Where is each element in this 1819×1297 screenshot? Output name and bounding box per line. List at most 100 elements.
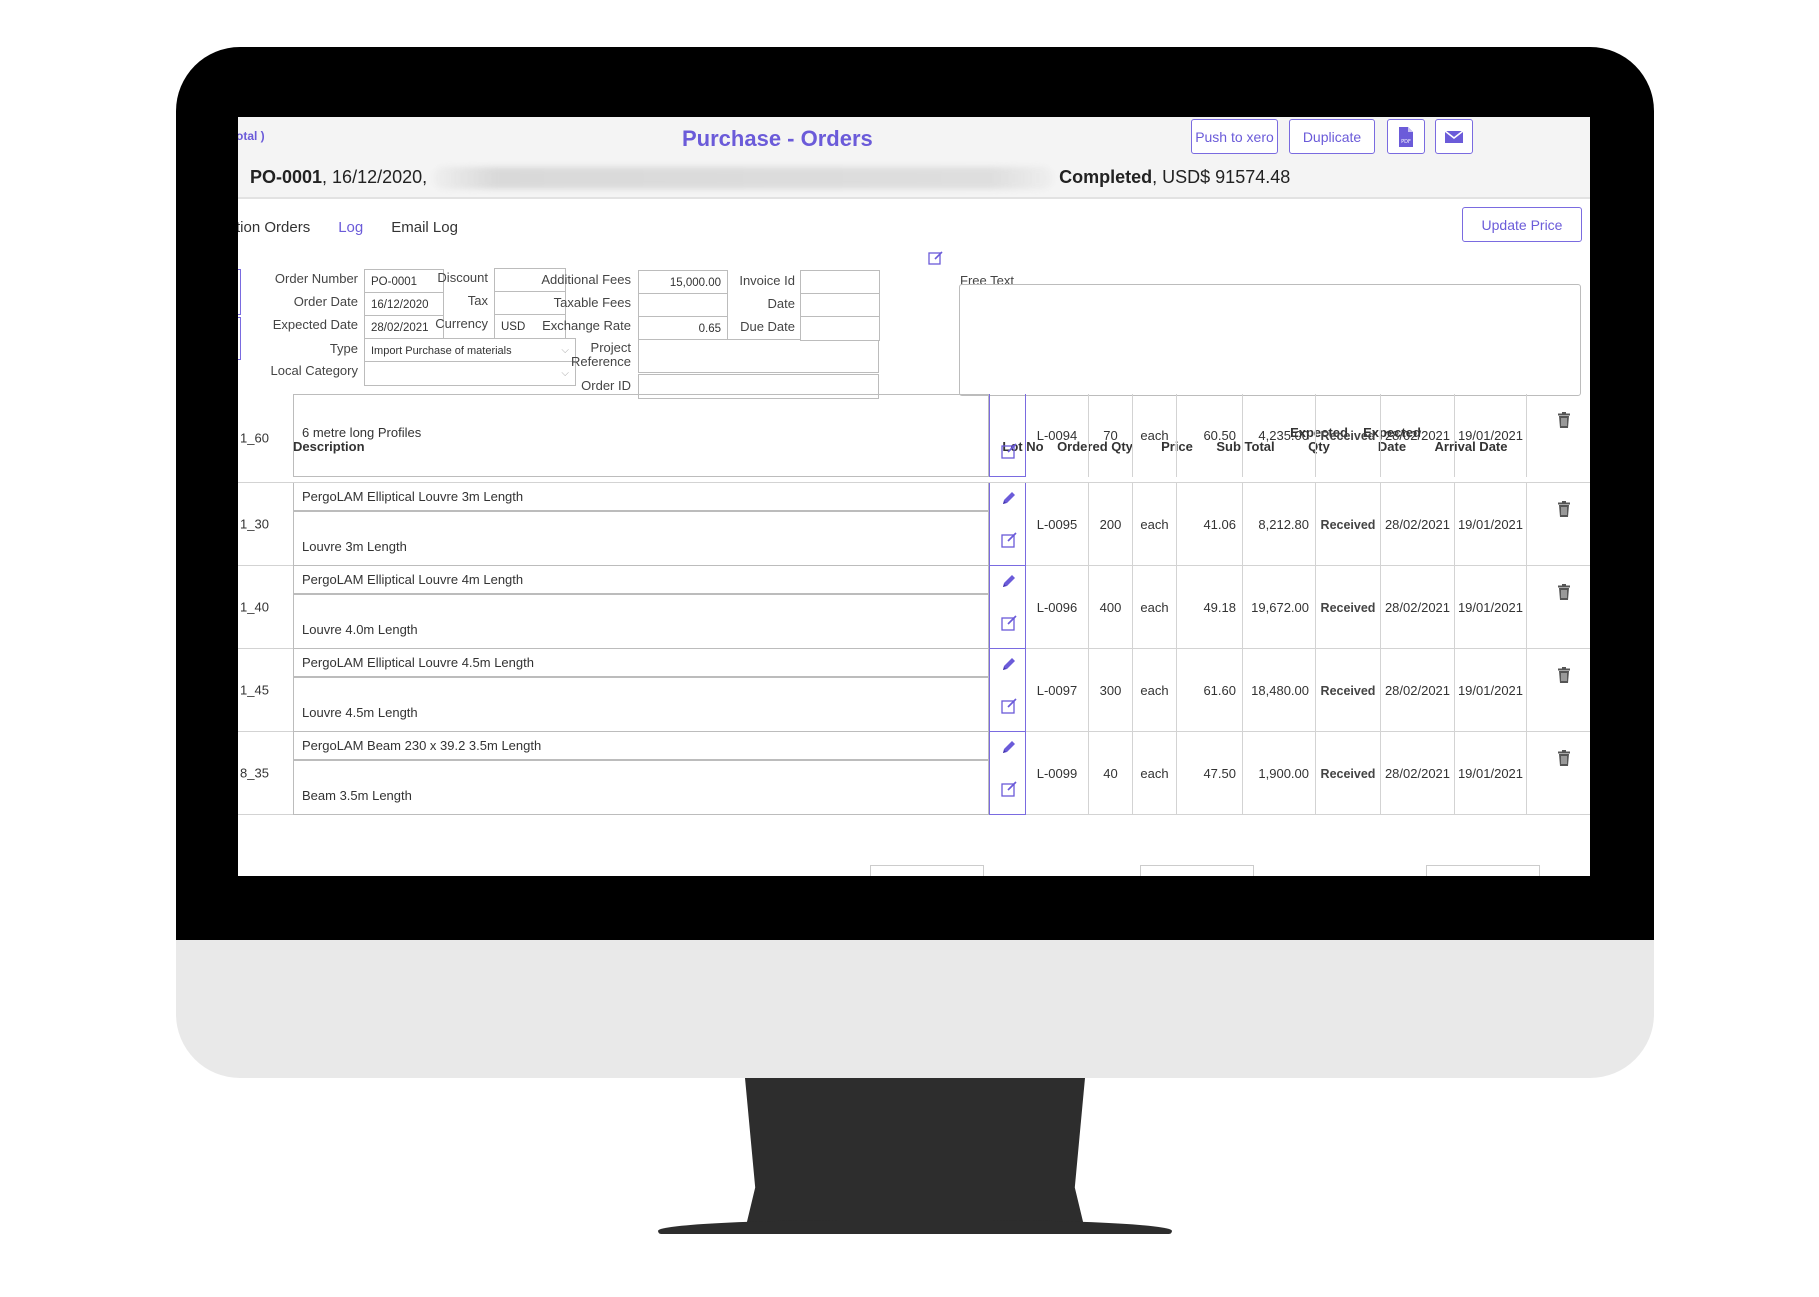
additional-fees-label: Additional Fees bbox=[541, 272, 631, 287]
expected-date: 28/02/2021 bbox=[1380, 394, 1454, 477]
exchange-rate-field[interactable]: 0.65 bbox=[638, 316, 728, 341]
trash-icon[interactable] bbox=[1557, 584, 1571, 600]
item-description[interactable]: 6 metre long Profiles bbox=[293, 394, 989, 477]
item-description[interactable]: Louvre 4.0m Length bbox=[293, 594, 989, 649]
tab-email-log[interactable]: Email Log bbox=[391, 219, 458, 236]
lot-no: L-0094 bbox=[1036, 428, 1078, 443]
expected-qty-status: Received bbox=[1315, 394, 1380, 477]
date-label: Date bbox=[767, 296, 795, 311]
ordered-qty: 40 bbox=[1088, 732, 1132, 815]
trash-icon[interactable] bbox=[1557, 667, 1571, 683]
ordered-qty: 70 bbox=[1088, 394, 1132, 477]
unit: each bbox=[1132, 649, 1176, 732]
edit-icon[interactable] bbox=[1000, 442, 1018, 460]
row-edit-controls bbox=[989, 566, 1026, 649]
invoice-id-field[interactable] bbox=[800, 270, 880, 295]
tab-log[interactable]: Log bbox=[338, 219, 363, 236]
pencil-icon[interactable] bbox=[1000, 655, 1018, 673]
sub-total: 1,900.00 bbox=[1242, 732, 1315, 815]
pencil-icon[interactable] bbox=[1000, 489, 1018, 507]
update-price-button[interactable]: Update Price bbox=[1462, 207, 1582, 242]
pdf-button[interactable]: PDF bbox=[1387, 119, 1425, 154]
table-row: 1_30 PergoLAM Elliptical Louvre 3m Length… bbox=[238, 483, 1590, 566]
item-description[interactable]: Louvre 4.5m Length bbox=[293, 677, 989, 732]
due-date-field[interactable] bbox=[800, 316, 880, 341]
price: 41.06 bbox=[1176, 483, 1242, 566]
ordered-qty: 400 bbox=[1088, 566, 1132, 649]
tab-production-orders[interactable]: tion Orders bbox=[238, 219, 310, 236]
svg-text:PDF: PDF bbox=[1401, 139, 1411, 145]
side-panel-edge bbox=[238, 269, 241, 315]
push-to-xero-button[interactable]: Push to xero bbox=[1191, 119, 1278, 154]
table-row: 1_40 PergoLAM Elliptical Louvre 4m Length… bbox=[238, 566, 1590, 649]
expected-date: 28/02/2021 bbox=[1380, 566, 1454, 649]
date-field[interactable] bbox=[800, 293, 880, 318]
expected-date: 28/02/2021 bbox=[1380, 732, 1454, 815]
table-row: 1_45 PergoLAM Elliptical Louvre 4.5m Leng… bbox=[238, 649, 1590, 732]
lot-no: L-0099 bbox=[1036, 766, 1078, 781]
item-description[interactable]: Beam 3.5m Length bbox=[293, 760, 989, 815]
total-field-stub bbox=[870, 865, 984, 876]
edit-icon[interactable] bbox=[1000, 780, 1018, 798]
item-title[interactable]: PergoLAM Elliptical Louvre 3m Length bbox=[293, 483, 989, 511]
row-edit-controls bbox=[989, 732, 1026, 815]
email-icon bbox=[1444, 129, 1464, 143]
edit-icon[interactable] bbox=[1000, 614, 1018, 632]
price: 47.50 bbox=[1176, 732, 1242, 815]
item-code: 8_35 bbox=[240, 765, 269, 781]
expected-date: 28/02/2021 bbox=[1380, 483, 1454, 566]
free-text-area[interactable] bbox=[959, 284, 1581, 396]
pencil-icon[interactable] bbox=[1000, 572, 1018, 590]
sub-total: 8,212.80 bbox=[1242, 483, 1315, 566]
po-summary: PO-0001, 16/12/2020, Completed, USD$ 9157… bbox=[250, 167, 1290, 190]
due-date-label: Due Date bbox=[740, 319, 795, 334]
additional-fees-field[interactable]: 15,000.00 bbox=[638, 270, 728, 295]
currency-label: Currency bbox=[435, 316, 488, 331]
type-label: Type bbox=[329, 341, 358, 356]
edit-header-icon[interactable] bbox=[928, 250, 944, 266]
duplicate-button[interactable]: Duplicate bbox=[1289, 119, 1375, 154]
sub-total: 19,672.00 bbox=[1242, 566, 1315, 649]
sub-total: 4,235.00 bbox=[1242, 394, 1315, 477]
row-edit-controls bbox=[989, 483, 1026, 566]
unit: each bbox=[1132, 566, 1176, 649]
pencil-icon[interactable] bbox=[1000, 738, 1018, 756]
item-code: 1_60 bbox=[240, 430, 269, 446]
unit: each bbox=[1132, 394, 1176, 477]
price: 60.50 bbox=[1176, 394, 1242, 477]
order-date-label: Order Date bbox=[293, 294, 358, 309]
trash-icon[interactable] bbox=[1557, 501, 1571, 517]
edit-icon[interactable] bbox=[1000, 531, 1018, 549]
trash-icon[interactable] bbox=[1557, 750, 1571, 766]
trash-icon[interactable] bbox=[1557, 412, 1571, 428]
email-button[interactable] bbox=[1435, 119, 1473, 154]
arrival-date: 19/01/2021 bbox=[1454, 483, 1527, 566]
price: 49.18 bbox=[1176, 566, 1242, 649]
table-row: 8_35 PergoLAM Beam 230 x 39.2 3.5m Length… bbox=[238, 732, 1590, 815]
lot-no: L-0096 bbox=[1036, 600, 1078, 615]
item-title[interactable]: PergoLAM Elliptical Louvre 4m Length bbox=[293, 566, 989, 594]
item-title[interactable]: PergoLAM Beam 230 x 39.2 3.5m Length bbox=[293, 732, 989, 760]
currency-value: USD bbox=[501, 320, 526, 333]
app-screen: otal ) Purchase - Orders Push to xero Du… bbox=[238, 117, 1590, 876]
invoice-id-label: Invoice Id bbox=[739, 273, 795, 288]
price: 61.60 bbox=[1176, 649, 1242, 732]
po-number: PO-0001 bbox=[250, 167, 323, 187]
breadcrumb[interactable]: otal ) bbox=[238, 129, 265, 143]
arrival-date: 19/01/2021 bbox=[1454, 394, 1527, 477]
taxable-fees-field[interactable] bbox=[638, 293, 728, 318]
expected-qty-status: Received bbox=[1315, 483, 1380, 566]
row-edit-controls bbox=[989, 394, 1026, 477]
ordered-qty: 300 bbox=[1088, 649, 1132, 732]
lot-no: L-0097 bbox=[1036, 683, 1078, 698]
item-description[interactable]: Louvre 3m Length bbox=[293, 511, 989, 566]
edit-icon[interactable] bbox=[1000, 697, 1018, 715]
item-title[interactable]: PergoLAM Elliptical Louvre 4.5m Length bbox=[293, 649, 989, 677]
po-date: , 16/12/2020, bbox=[322, 167, 428, 187]
pdf-icon: PDF bbox=[1399, 126, 1413, 147]
po-status: Completed bbox=[1059, 167, 1153, 187]
project-reference-field[interactable] bbox=[638, 339, 879, 373]
item-code: 1_45 bbox=[240, 682, 269, 698]
side-panel-edge bbox=[238, 317, 241, 360]
expected-qty-status: Received bbox=[1315, 732, 1380, 815]
